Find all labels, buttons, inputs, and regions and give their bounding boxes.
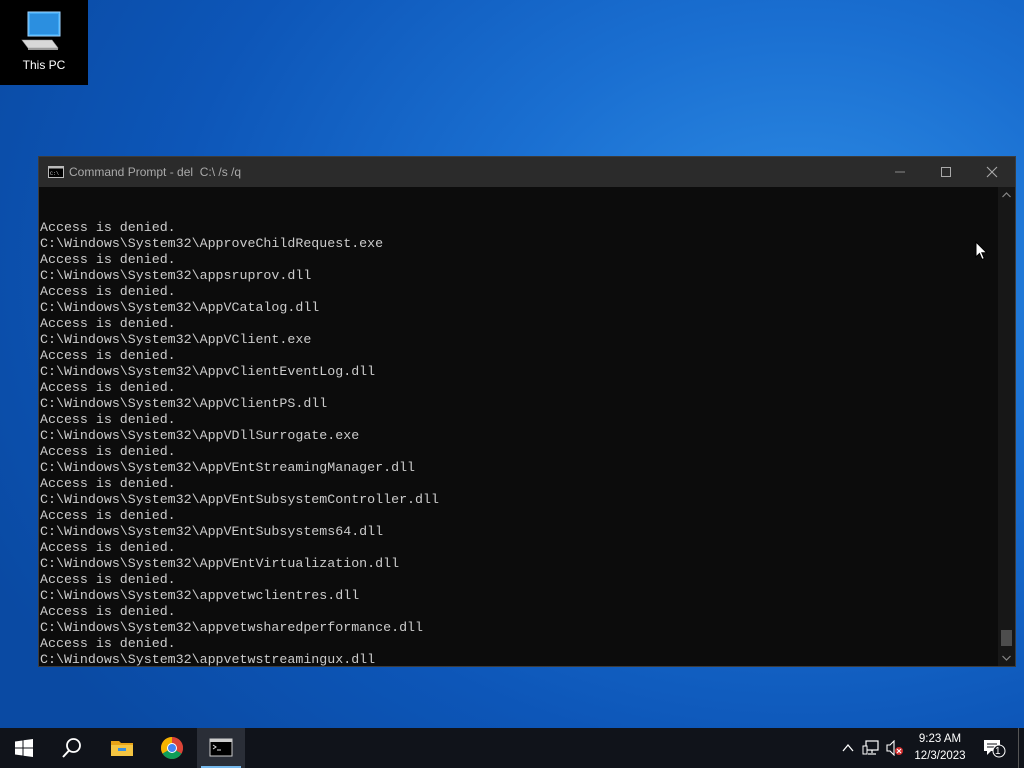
notifications-button[interactable]: 1 [980,728,1006,768]
console-line: Access is denied. [40,252,176,267]
console-line: C:\Windows\System32\AppVEntVirtualizatio… [40,556,400,571]
console-line: Access is denied. [40,412,176,427]
console-line: C:\Windows\System32\appvetwclientres.dll [40,588,360,603]
scrollbar-thumb[interactable] [1001,629,1012,646]
console-line: C:\Windows\System32\AppvClientEventLog.d… [40,364,376,379]
notification-count: 1 [995,746,1001,757]
network-icon [862,740,879,755]
command-prompt-window[interactable]: C:\ Command Prompt - del C:\ /s /q Acces… [38,156,1016,667]
show-hidden-icons-button[interactable] [838,728,858,768]
console-line: Access is denied. [40,284,176,299]
svg-text:C:\: C:\ [50,171,59,177]
console-line: C:\Windows\System32\AppVEntSubsystemCont… [40,492,439,507]
chevron-up-icon [842,743,854,752]
file-explorer-button[interactable] [98,728,146,768]
folder-icon [111,741,133,756]
command-prompt-button[interactable] [197,728,245,768]
console-line: C:\Windows\System32\AppVClientPS.dll [40,396,328,411]
console-line: C:\Windows\System32\AppVClient.exe [40,332,312,347]
console-line: C:\Windows\System32\appsruprov.dll [40,268,312,283]
maximize-icon [941,167,951,177]
mouse-pointer-icon [975,241,988,261]
minimize-button[interactable] [877,157,923,187]
cmd-icon: C:\ [48,166,64,178]
clock[interactable]: 9:23 AM 12/3/2023 [908,731,972,765]
console-line: Access is denied. [40,636,176,651]
console-line: Access is denied. [40,508,176,523]
desktop-icon-label: This PC [22,58,66,72]
console-line: C:\Windows\System32\AppVDllSurrogate.exe [40,428,360,443]
chrome-icon [161,737,183,759]
notification-icon [984,740,1006,758]
search-icon [62,738,81,758]
network-button[interactable] [860,728,882,768]
close-icon [986,166,998,178]
console-line: C:\Windows\System32\AppVEntSubsystems64.… [40,524,384,539]
taskbar: 9:23 AM 12/3/2023 1 [0,728,1024,768]
console-line: C:\Windows\System32\appvetwstreamingux.d… [40,652,376,666]
console-line: C:\Windows\System32\appvetwsharedperform… [40,620,424,635]
volume-muted-icon [886,740,903,756]
start-button[interactable] [0,728,48,768]
scroll-up-arrow-icon[interactable] [998,187,1015,204]
console-line: C:\Windows\System32\AppVCatalog.dll [40,300,320,315]
chrome-button[interactable] [148,728,196,768]
console-line: Access is denied. [40,604,176,619]
console-line: Access is denied. [40,444,176,459]
windows-logo-icon [15,739,33,757]
console-line: Access is denied. [40,476,176,491]
console-line: C:\Windows\System32\AppVEntStreamingMana… [40,460,416,475]
scroll-down-arrow-icon[interactable] [998,649,1015,666]
volume-button[interactable] [884,728,906,768]
minimize-icon [895,171,905,173]
maximize-button[interactable] [923,157,969,187]
window-title: Command Prompt - del C:\ /s /q [69,165,242,179]
show-desktop-button[interactable] [1018,728,1024,768]
console-line: Access is denied. [40,572,176,587]
console-line: Access is denied. [40,316,176,331]
console-line: Access is denied. [40,220,176,235]
clock-time: 9:23 AM [918,733,962,745]
console-line: Access is denied. [40,380,176,395]
console-output[interactable]: Access is denied. C:\Windows\System32\App… [39,187,998,666]
close-button[interactable] [969,157,1015,187]
computer-icon [21,11,61,50]
console-line: Access is denied. [40,348,176,363]
cmd-icon [209,738,233,757]
search-button[interactable] [48,728,96,768]
desktop-icon-this-pc[interactable]: This PC [0,0,88,85]
title-bar[interactable]: C:\ Command Prompt - del C:\ /s /q [39,157,1015,187]
console-line: Access is denied. [40,540,176,555]
console-line: C:\Windows\System32\ApproveChildRequest.… [40,236,384,251]
clock-date: 12/3/2023 [914,750,966,762]
vertical-scrollbar[interactable] [998,187,1015,666]
